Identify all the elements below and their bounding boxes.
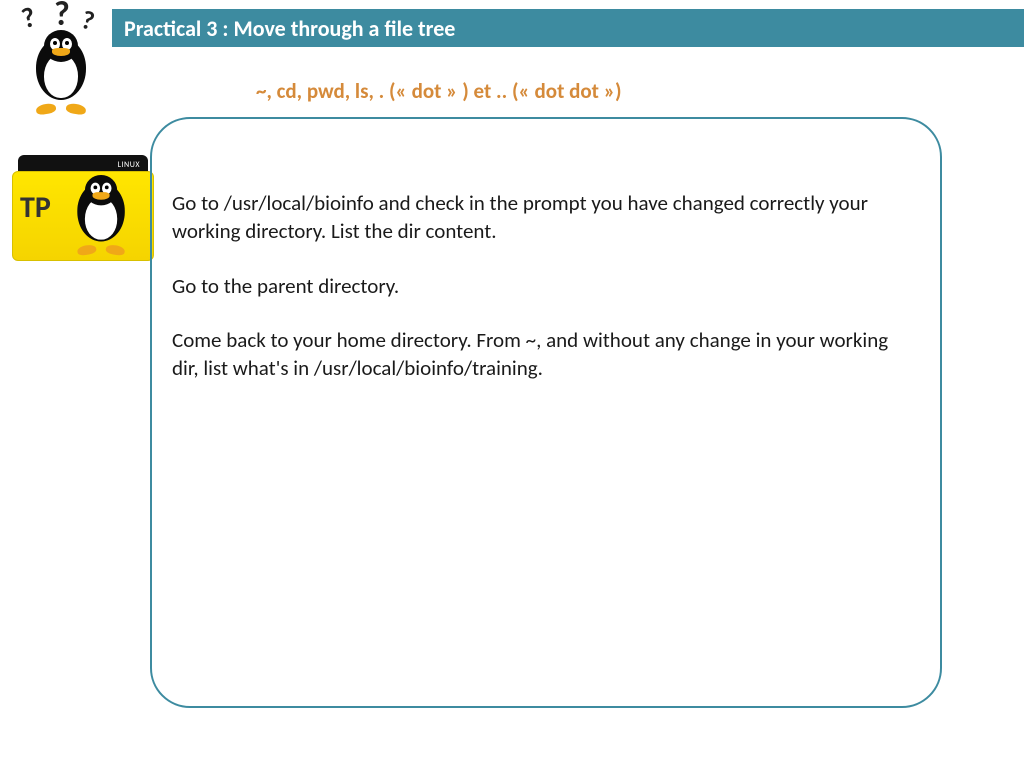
folder-tab-label: LINUX [118,160,140,170]
tux-question-icon: ? ? ? [12,0,107,115]
instructions-box: Go to /usr/local/bioinfo and check in th… [150,117,942,708]
instruction-paragraph: Come back to your home directory. From ~… [172,326,910,383]
commands-subtitle: ~, cd, pwd, ls, . (« dot » ) et .. (« do… [256,78,622,104]
instruction-paragraph: Go to the parent directory. [172,272,910,300]
instruction-paragraph: Go to /usr/local/bioinfo and check in th… [172,189,910,246]
penguin-icon [72,175,133,251]
tp-folder-icon: LINUX TP [8,155,158,265]
penguin-icon [30,30,94,110]
page-title: Practical 3 : Move through a file tree [124,15,455,42]
header-bar: Practical 3 : Move through a file tree [112,9,1024,47]
tp-label: TP [20,189,51,226]
